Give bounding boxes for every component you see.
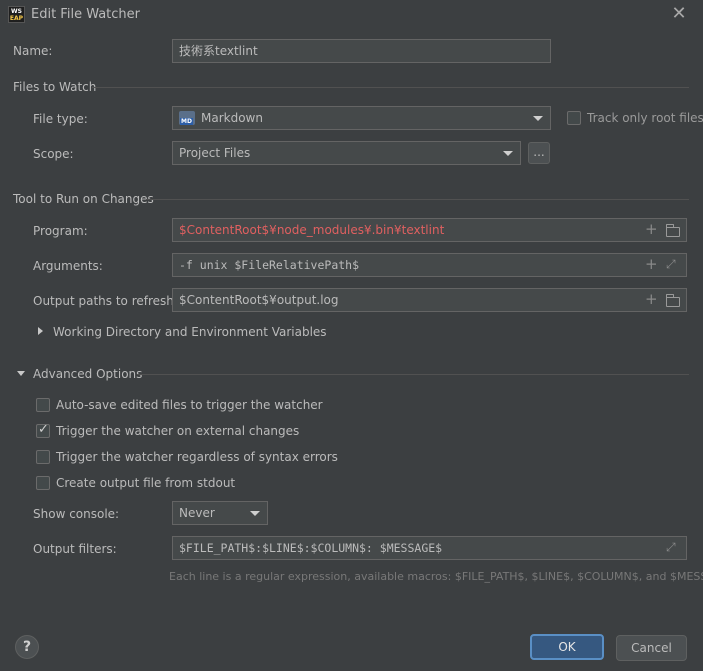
arguments-label: Arguments: [33,259,103,273]
syntax-errors-label: Trigger the watcher regardless of syntax… [56,450,338,464]
chevron-down-icon[interactable] [17,371,25,376]
expand-icon[interactable]: ⤢ [666,257,676,272]
webstorm-logo-icon: WS EAP [8,6,25,23]
syntax-errors-checkbox[interactable] [36,450,50,464]
close-icon[interactable]: ✕ [670,4,688,24]
output-filters-input[interactable]: $FILE_PATH$:$LINE$:$COLUMN$: $MESSAGE$ [172,536,687,560]
output-paths-label: Output paths to refresh: [33,294,178,308]
title-bar: WS EAP Edit File Watcher ✕ [0,0,703,30]
insert-macro-icon[interactable]: + [645,253,658,275]
chevron-down-icon [250,511,260,516]
advanced-options-header[interactable]: Advanced Options [33,367,142,381]
chevron-right-icon[interactable] [38,327,43,335]
tool-header: Tool to Run on Changes [13,192,154,206]
stdout-checkbox[interactable] [36,476,50,490]
autosave-label: Auto-save edited files to trigger the wa… [56,398,323,412]
show-console-dropdown[interactable]: Never [172,501,268,525]
window-title: Edit File Watcher [31,7,141,22]
external-changes-checkbox[interactable] [36,422,50,438]
output-paths-input[interactable]: $ContentRoot$¥output.log [172,288,687,312]
show-console-label: Show console: [33,507,120,521]
name-input[interactable]: 技術系textlint [172,39,551,63]
external-changes-label: Trigger the watcher on external changes [56,424,300,438]
chevron-down-icon [503,151,513,156]
file-type-value: Markdown [201,111,263,125]
help-button[interactable]: ? [15,635,39,659]
track-root-label: Track only root files [587,111,703,125]
files-to-watch-separator [92,87,689,88]
working-dir-toggle[interactable]: Working Directory and Environment Variab… [53,325,327,339]
output-filters-value: $FILE_PATH$:$LINE$:$COLUMN$: $MESSAGE$ [179,541,443,555]
advanced-separator [137,374,689,375]
folder-icon[interactable] [665,224,680,237]
name-label: Name: [13,44,53,58]
program-label: Program: [33,224,88,238]
expand-icon[interactable]: ⤢ [666,540,676,555]
output-filters-label: Output filters: [33,542,117,556]
program-input[interactable]: $ContentRoot$¥node_modules¥.bin¥textlint [172,218,687,242]
folder-icon[interactable] [665,294,680,307]
ok-button[interactable]: OK [530,634,604,660]
program-value: $ContentRoot$¥node_modules¥.bin¥textlint [179,223,445,237]
scope-label: Scope: [33,147,74,161]
autosave-checkbox[interactable] [36,398,50,412]
markdown-file-icon [179,110,195,125]
arguments-value: -f unix $FileRelativePath$ [179,258,360,272]
file-type-dropdown[interactable]: Markdown [172,106,551,130]
tool-separator [146,199,689,200]
scope-dropdown[interactable]: Project Files [172,141,521,165]
cancel-button[interactable]: Cancel [616,635,687,661]
scope-value: Project Files [179,146,251,160]
track-root-checkbox[interactable] [567,111,581,125]
files-to-watch-header: Files to Watch [13,80,97,94]
scope-more-button[interactable]: ... [528,142,550,164]
file-type-label: File type: [33,112,88,126]
chevron-down-icon [533,116,543,121]
show-console-value: Never [179,506,215,520]
arguments-input[interactable]: -f unix $FileRelativePath$ [172,253,687,277]
output-filters-hint: Each line is a regular expression, avail… [169,570,703,583]
name-input-value: 技術系textlint [179,44,258,58]
stdout-label: Create output file from stdout [56,476,236,490]
insert-macro-icon[interactable]: + [645,288,658,310]
insert-macro-icon[interactable]: + [645,218,658,240]
output-paths-value: $ContentRoot$¥output.log [179,293,339,307]
